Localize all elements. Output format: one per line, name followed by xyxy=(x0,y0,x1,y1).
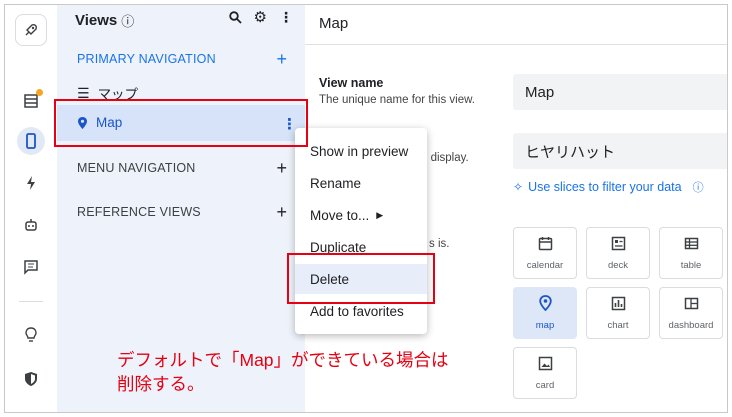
dashboard-icon xyxy=(684,296,699,315)
view-type-label: chart xyxy=(607,319,629,331)
menu-item-label: Move to... xyxy=(310,207,370,223)
menu-navigation-heading: MENU NAVIGATION xyxy=(77,161,196,175)
source-description: o display. xyxy=(421,152,469,164)
for-this-data-select[interactable]: ヒヤリハット xyxy=(513,133,727,169)
editor-header: Map xyxy=(305,5,727,45)
highlight-delete xyxy=(287,253,435,304)
use-slices-link[interactable]: ✧ Use slices to filter your data ⓘ xyxy=(513,179,704,195)
view-name-input[interactable]: Map xyxy=(513,74,727,110)
card-icon xyxy=(538,356,553,375)
instruction-note: デフォルトで「Map」ができている場合は 削除する。 xyxy=(117,348,517,396)
rocket-icon[interactable] xyxy=(15,14,47,46)
info-icon[interactable]: ⓘ xyxy=(693,179,704,195)
add-primary-view-button[interactable]: + xyxy=(276,50,287,68)
left-rail xyxy=(5,5,57,412)
chat-icon[interactable] xyxy=(17,253,45,281)
caret-right-icon: ▶ xyxy=(376,209,384,220)
page-title: Map xyxy=(319,15,349,32)
add-menu-view-button[interactable]: + xyxy=(276,159,287,177)
view-name-description: The unique name for this view. xyxy=(319,94,475,106)
menu-item-show-in-preview[interactable]: Show in preview xyxy=(295,136,427,166)
reference-views-heading: REFERENCE VIEWS xyxy=(77,205,201,219)
view-type-chart[interactable]: chart xyxy=(586,287,650,339)
deck-icon xyxy=(611,236,626,255)
search-icon[interactable] xyxy=(228,11,242,27)
add-reference-view-button[interactable]: + xyxy=(276,203,287,221)
bolt-icon[interactable] xyxy=(17,169,45,197)
chart-icon xyxy=(611,296,626,315)
view-type-table[interactable]: table xyxy=(659,227,723,279)
view-type-label: map xyxy=(535,320,555,331)
instruction-line-2: 削除する。 xyxy=(117,374,205,394)
shield-icon[interactable] xyxy=(17,365,45,393)
view-type-calendar[interactable]: calendar xyxy=(513,227,577,279)
lightbulb-icon[interactable] xyxy=(17,321,45,349)
menu-item-move-to[interactable]: Move to... ▶ xyxy=(295,200,427,230)
menu-item-rename[interactable]: Rename xyxy=(295,168,427,198)
view-type-map[interactable]: map xyxy=(513,287,577,339)
sparkle-icon: ✧ xyxy=(513,180,524,194)
view-type-card[interactable]: card xyxy=(513,347,577,399)
phone-icon[interactable] xyxy=(17,127,45,155)
view-type-label: deck xyxy=(607,259,629,271)
instruction-line-1: デフォルトで「Map」ができている場合は xyxy=(117,350,449,370)
views-header: Views ⓘ xyxy=(75,11,134,30)
view-type-dashboard[interactable]: dashboard xyxy=(659,287,723,339)
view-type-label: table xyxy=(680,259,702,271)
table-icon xyxy=(684,236,699,255)
info-icon[interactable]: ⓘ xyxy=(121,11,134,30)
views-title: Views xyxy=(75,12,118,29)
view-type-label: dashboard xyxy=(668,319,714,331)
highlight-map-view xyxy=(54,99,308,147)
views-header-actions: ⚙ ⋮ xyxy=(228,10,293,27)
view-type-label: calendar xyxy=(526,259,564,271)
rail-divider xyxy=(19,301,43,302)
calendar-icon xyxy=(538,236,553,255)
view-type-deck[interactable]: deck xyxy=(586,227,650,279)
app-window: Views ⓘ ⚙ ⋮ PRIMARY NAVIGATION + ☰ マップ M… xyxy=(4,4,728,413)
map-pin-icon xyxy=(538,295,552,315)
use-slices-label: Use slices to filter your data xyxy=(528,180,682,194)
gear-icon[interactable]: ⚙ xyxy=(254,10,267,27)
table-icon[interactable] xyxy=(17,87,45,115)
view-name-label: View name xyxy=(319,76,384,90)
more-vert-icon[interactable]: ⋮ xyxy=(279,10,293,27)
primary-navigation-heading: PRIMARY NAVIGATION xyxy=(77,52,216,66)
notification-dot xyxy=(36,89,43,96)
robot-icon[interactable] xyxy=(17,211,45,239)
view-type-description: s is. xyxy=(429,238,450,250)
view-type-label: card xyxy=(535,379,555,391)
